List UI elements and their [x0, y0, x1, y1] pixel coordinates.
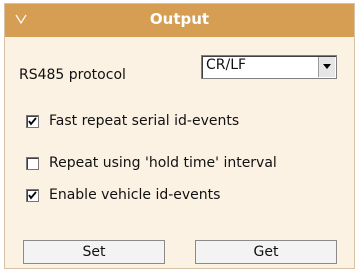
- repeat-hold-time-option[interactable]: Repeat using 'hold time' interval: [26, 155, 277, 171]
- fast-repeat-label: Fast repeat serial id-events: [49, 113, 240, 129]
- output-panel: Output RS485 protocol CR/LF Fast repeat …: [4, 3, 355, 269]
- enable-vehicle-checkbox[interactable]: [26, 188, 39, 202]
- fast-repeat-checkbox[interactable]: [26, 114, 39, 128]
- checkmark-icon: [28, 190, 37, 200]
- rs485-protocol-label: RS485 protocol: [19, 67, 126, 83]
- enable-vehicle-label: Enable vehicle id-events: [49, 187, 221, 203]
- dropdown-arrow-button[interactable]: [318, 57, 335, 77]
- panel-header[interactable]: Output: [5, 4, 354, 37]
- rs485-protocol-value: CR/LF: [206, 57, 247, 73]
- panel-title: Output: [149, 10, 210, 28]
- get-button[interactable]: Get: [195, 240, 337, 264]
- enable-vehicle-option[interactable]: Enable vehicle id-events: [26, 187, 220, 203]
- rs485-protocol-select[interactable]: CR/LF: [201, 55, 337, 79]
- fast-repeat-option[interactable]: Fast repeat serial id-events: [26, 113, 239, 129]
- checkmark-icon: [28, 116, 37, 126]
- dropdown-arrow-icon: [323, 64, 331, 69]
- set-button[interactable]: Set: [23, 240, 165, 264]
- repeat-hold-time-label: Repeat using 'hold time' interval: [49, 155, 277, 171]
- repeat-hold-time-checkbox[interactable]: [26, 156, 39, 170]
